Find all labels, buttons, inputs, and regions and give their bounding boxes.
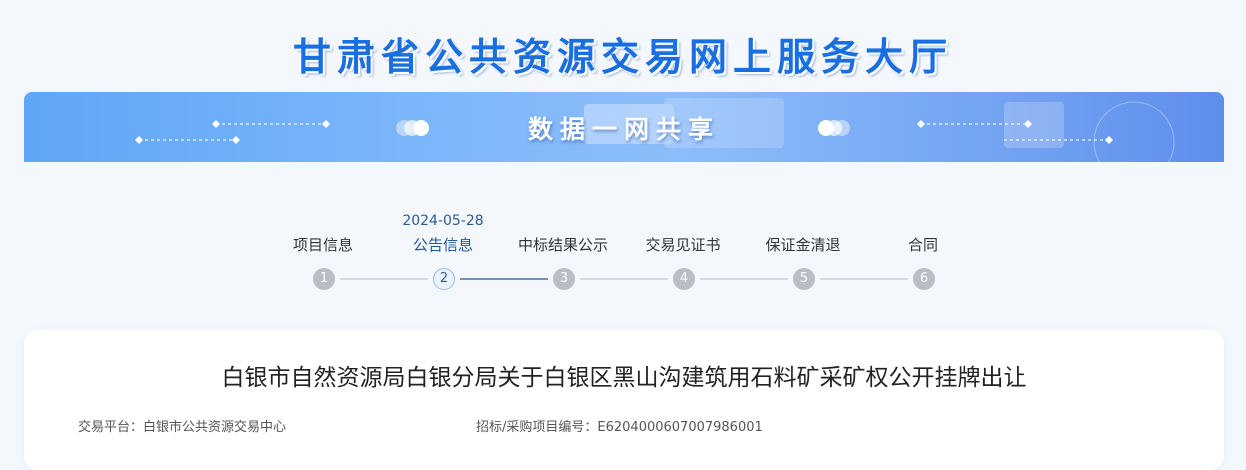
step-label: 交易见证书	[645, 236, 721, 254]
platform-value: 白银市公共资源交易中心	[143, 420, 287, 435]
step-connector	[580, 278, 668, 280]
article-title: 白银市自然资源局白银分局关于白银区黑山沟建筑用石料矿采矿权公开挂牌出让	[221, 365, 1027, 391]
step-label: 保证金清退	[765, 236, 841, 254]
step-number: 3	[553, 268, 575, 290]
project-code-label: 招标/采购项目编号：	[476, 420, 598, 435]
step-number: 4	[673, 268, 695, 290]
step-connector	[700, 278, 788, 280]
project-code-value: E6204000607007986001	[597, 420, 763, 435]
step-connector	[820, 278, 908, 280]
step-label: 中标结果公示	[517, 236, 608, 254]
step-connector	[460, 278, 548, 280]
platform-label: 交易平台：	[78, 420, 144, 435]
step-number: 2	[433, 268, 455, 290]
step-label: 项目信息	[292, 236, 353, 254]
progress-steps: 项目信息 1 2024-05-28 公告信息 2 中标结果公示 3 交易见证书 …	[0, 0, 1246, 300]
step-connector	[340, 278, 428, 280]
step-number: 1	[313, 268, 335, 290]
step-number: 6	[913, 268, 935, 290]
project-code: 招标/采购项目编号：E6204000607007986001	[476, 416, 763, 435]
step-label: 合同	[907, 236, 938, 254]
trading-platform: 交易平台：白银市公共资源交易中心	[78, 416, 286, 435]
article-card: 白银市自然资源局白银分局关于白银区黑山沟建筑用石料矿采矿权公开挂牌出让 交易平台…	[24, 330, 1224, 470]
step-date: 2024-05-28	[402, 213, 484, 229]
step-number: 5	[793, 268, 815, 290]
step-label: 公告信息	[412, 236, 473, 254]
